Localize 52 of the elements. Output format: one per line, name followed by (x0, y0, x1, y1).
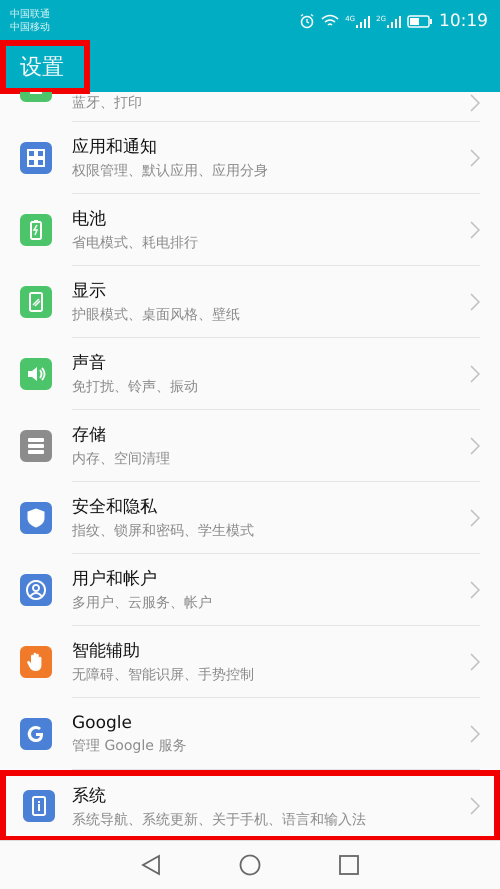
chevron-icon (470, 436, 480, 454)
settings-row[interactable]: 应用和通知 权限管理、默认应用、应用分身 (0, 122, 500, 194)
row-title: 系统 (72, 784, 107, 806)
settings-row[interactable]: 用户和帐户 多用户、云服务、帐户 (0, 554, 500, 626)
chevron-icon (470, 797, 480, 815)
settings-row[interactable]: 安全和隐私 指纹、锁屏和密码、学生模式 (0, 482, 500, 554)
row-subtitle: 省电模式、耗电排行 (72, 234, 199, 252)
chevron-icon (470, 364, 480, 382)
alarm-icon (299, 13, 316, 29)
row-title: Google (72, 712, 133, 732)
row-title: 声音 (72, 352, 107, 374)
row-subtitle: 多用户、云服务、帐户 (72, 594, 213, 612)
settings-row[interactable]: 智能辅助 无障碍、智能识屏、手势控制 (0, 626, 500, 698)
carrier-name: 中国联通 (10, 8, 50, 21)
row-title: 智能辅助 (72, 640, 141, 662)
signal-icon (387, 14, 401, 28)
row-title: 应用和通知 (72, 136, 158, 158)
chevron-icon (470, 292, 480, 310)
row-title: 安全和隐私 (72, 496, 158, 518)
row-title: 存储 (72, 424, 107, 446)
battery-icon (407, 14, 433, 28)
chevron-icon (470, 94, 480, 112)
signal-icon (356, 14, 370, 28)
row-subtitle: 内存、空间清理 (72, 450, 171, 468)
recents-icon[interactable] (339, 855, 359, 875)
wifi-icon (321, 14, 340, 28)
chevron-icon (470, 580, 480, 598)
row-subtitle: 管理 Google 服务 (72, 736, 188, 754)
clock-time: 10:19 (439, 11, 488, 31)
settings-row[interactable]: 电池 省电模式、耗电排行 (0, 194, 500, 266)
row-subtitle: 蓝牙、打印 (72, 94, 143, 112)
chevron-icon (470, 220, 480, 238)
chevron-icon (470, 148, 480, 166)
chevron-icon (470, 724, 480, 742)
row-title: 电池 (72, 208, 107, 230)
settings-row[interactable]: 声音 免打扰、铃声、振动 (0, 338, 500, 410)
row-title: 用户和帐户 (72, 568, 158, 590)
row-subtitle: 指纹、锁屏和密码、学生模式 (72, 522, 255, 540)
row-subtitle: 无障碍、智能识屏、手势控制 (72, 666, 255, 684)
row-title: 显示 (72, 280, 107, 302)
row-subtitle: 免打扰、铃声、振动 (72, 378, 199, 396)
chevron-icon (470, 652, 480, 670)
home-icon[interactable] (239, 854, 261, 876)
row-subtitle: 权限管理、默认应用、应用分身 (72, 162, 269, 180)
row-subtitle: 护眼模式、桌面风格、壁纸 (72, 306, 241, 324)
settings-row[interactable]: 存储 内存、空间清理 (0, 410, 500, 482)
carrier-name: 中国移动 (10, 21, 50, 34)
chevron-icon (470, 508, 480, 526)
settings-row[interactable]: Google 管理 Google 服务 (0, 698, 500, 770)
settings-row[interactable]: 显示 护眼模式、桌面风格、壁纸 (0, 266, 500, 338)
back-icon[interactable] (141, 854, 161, 876)
row-subtitle: 系统导航、系统更新、关于手机、语言和输入法 (72, 810, 367, 828)
